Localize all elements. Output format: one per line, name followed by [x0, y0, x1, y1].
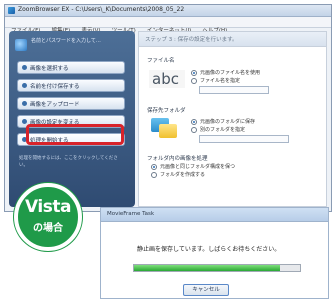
sidebar-header: 名前とパスワードを入力して…: [15, 37, 129, 55]
folder-path-field[interactable]: [199, 135, 289, 143]
task-sidebar: 名前とパスワードを入力して… 画像を選択する 名前を付け保存する 画像をアップロ…: [9, 31, 135, 207]
bullet-icon: [22, 101, 27, 106]
dialog-title-bar: MovieFrame Task: [101, 208, 328, 222]
radio-original-folder[interactable]: 元画像のフォルダに保存: [191, 118, 255, 125]
sidebar-description: 処理を開始するには、ここをクリックしてください。: [19, 156, 118, 168]
app-icon: [8, 7, 15, 14]
task-icon: [15, 39, 27, 51]
sidebar-item-select-images[interactable]: 画像を選択する: [17, 61, 125, 74]
radio-specify-name[interactable]: ファイル名を指定: [191, 77, 240, 84]
progress-dialog: MovieFrame Task 静止画を保存しています。しばらくお待ちください。…: [100, 207, 329, 299]
file-name-label: ファイル名: [147, 58, 175, 64]
radio-keep-structure[interactable]: 元画像と同じフォルダ構成を保つ: [151, 163, 235, 170]
radio-selected-icon: [191, 118, 197, 125]
cancel-button[interactable]: キャンセル: [183, 284, 229, 296]
sidebar-item-upload[interactable]: 画像をアップロード: [17, 97, 125, 110]
radio-icon: [191, 77, 197, 84]
radio-selected-icon: [151, 163, 157, 170]
radio-other-folder[interactable]: 別のフォルダを指定: [191, 126, 245, 133]
main-content: ステップ 3 : 保存の設定を行います。 ファイル名 abc 元画像のファイル名…: [138, 31, 327, 207]
folder-icon: [151, 116, 177, 138]
radio-selected-icon: [191, 69, 197, 76]
radio-original-name[interactable]: 元画像のファイル名を使用: [191, 69, 260, 76]
file-name-preview: abc: [149, 70, 185, 88]
radio-create-folder[interactable]: フォルダを作成する: [151, 171, 205, 178]
bullet-icon: [22, 65, 27, 70]
subfolder-label: フォルダ内の画像を処理: [147, 156, 208, 162]
application-window: ZoomBrowser EX - C:\Users\_K\Documents\2…: [4, 4, 332, 212]
vista-badge: Vista の場合: [14, 183, 82, 251]
sidebar-item-save-as[interactable]: 名前を付け保存する: [17, 79, 125, 92]
radio-icon: [151, 171, 157, 178]
window-title: ZoomBrowser EX - C:\Users\_K\Documents\2…: [18, 6, 185, 13]
progress-fill: [134, 265, 281, 271]
progress-bar: [133, 264, 301, 272]
radio-icon: [191, 126, 197, 133]
step-header: ステップ 3 : 保存の設定を行います。: [139, 32, 326, 47]
start-button-highlight: [26, 124, 124, 145]
file-name-field[interactable]: [199, 86, 269, 94]
title-bar: ZoomBrowser EX - C:\Users\_K\Documents\2…: [5, 5, 331, 17]
menu-bar: ファイル(F) 編集(E) 表示(V) ツール(T) インターネット(I) ヘル…: [5, 17, 331, 34]
bullet-icon: [22, 83, 27, 88]
dialog-message: 静止画を保存しています。しばらくお待ちください。: [137, 246, 281, 253]
save-folder-label: 保存先フォルダ: [147, 108, 186, 114]
bullet-icon: [22, 119, 27, 124]
